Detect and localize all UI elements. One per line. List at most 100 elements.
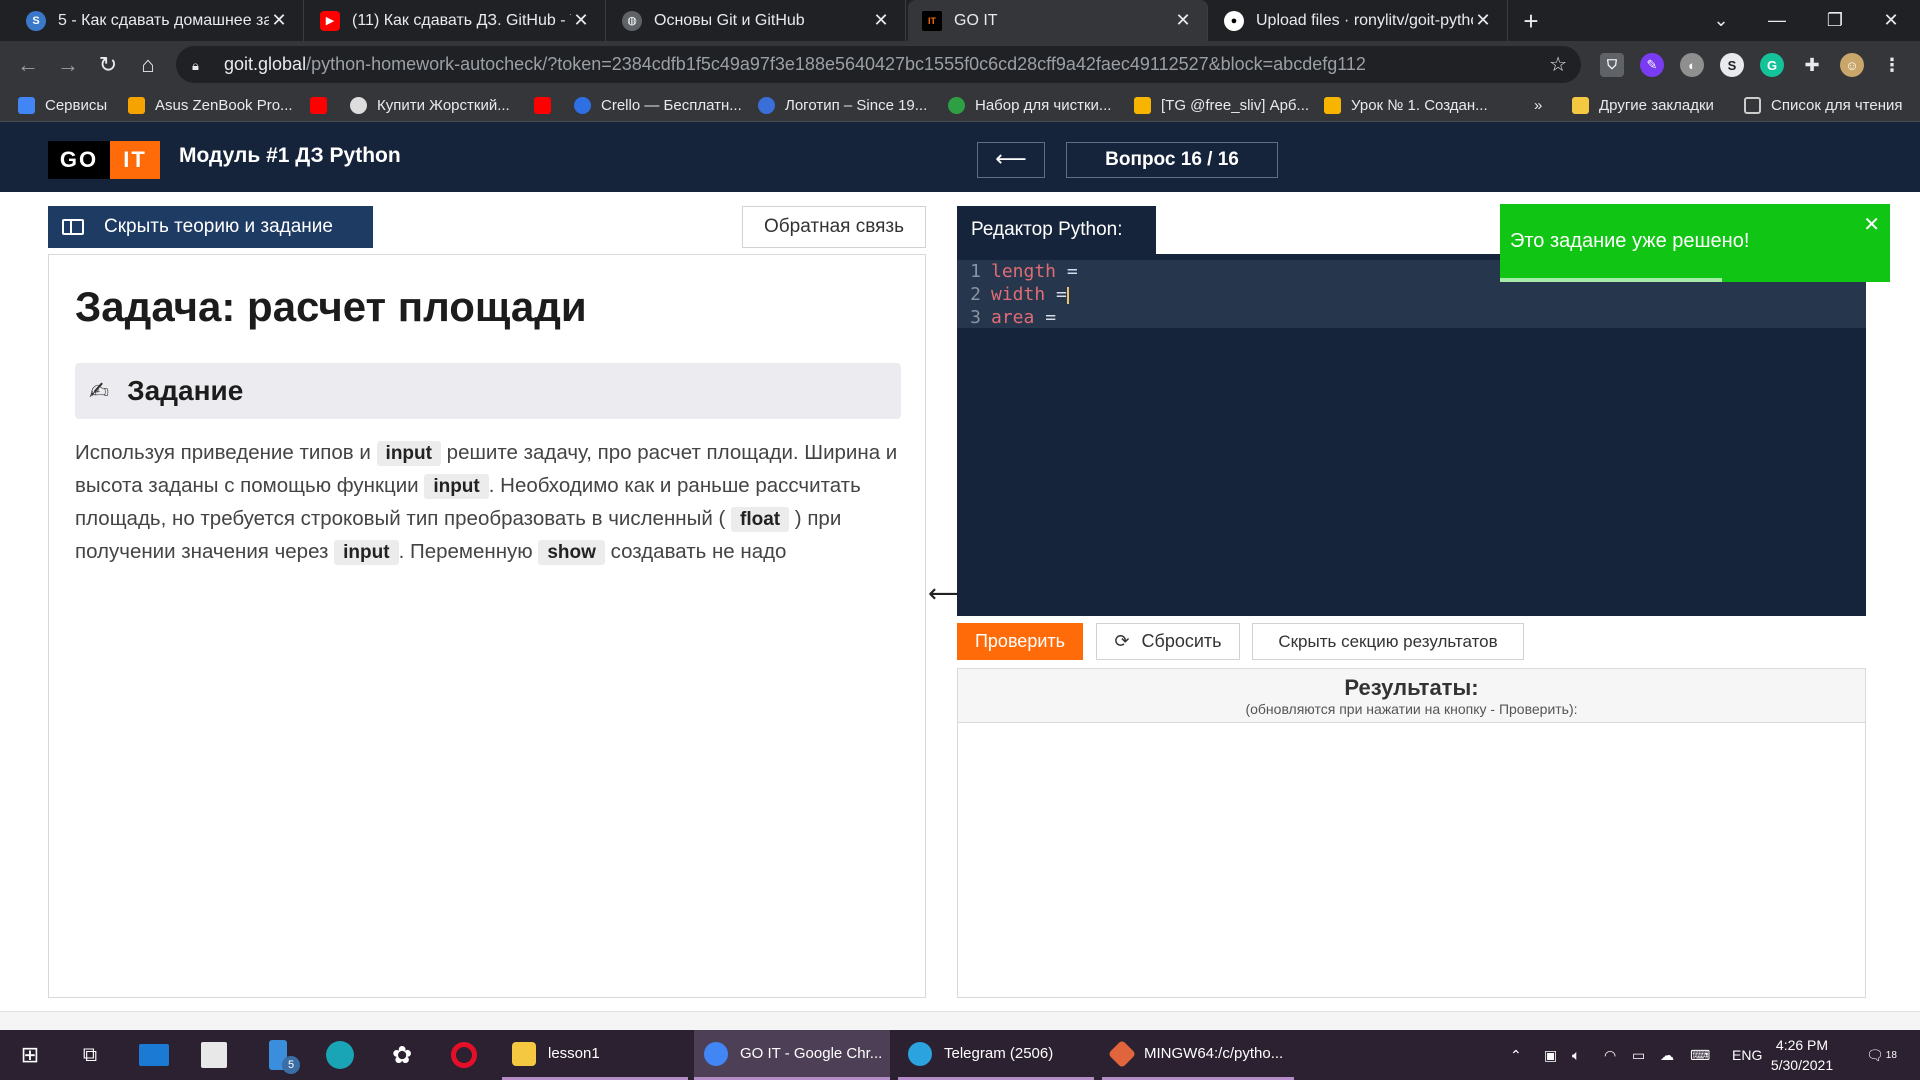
panel-resize-handle-icon[interactable]: ⟷ bbox=[928, 578, 965, 609]
opera-icon[interactable] bbox=[440, 1030, 488, 1080]
browser-tab-3[interactable]: ◍ Основы Git и GitHub ✕ bbox=[608, 0, 906, 41]
toast-close-icon[interactable]: ✕ bbox=[1863, 212, 1880, 237]
bookmark-youtube-1[interactable] bbox=[310, 88, 337, 122]
minimize-icon[interactable]: — bbox=[1748, 0, 1806, 41]
bookmark-crello[interactable]: Crello — Бесплатн... bbox=[574, 88, 742, 122]
new-tab-button[interactable]: + bbox=[1516, 6, 1546, 37]
close-tab-icon[interactable]: ✕ bbox=[1473, 10, 1493, 31]
window-close-icon[interactable]: ✕ bbox=[1862, 0, 1920, 41]
extension-purple-icon[interactable]: ✎ bbox=[1640, 53, 1664, 77]
tray-device-icon[interactable]: ▣ bbox=[1544, 1030, 1557, 1080]
windows-start-icon[interactable]: ⊞ bbox=[6, 1030, 54, 1080]
tab-search-icon[interactable]: ⌄ bbox=[1692, 0, 1750, 41]
bookmark-star-icon[interactable]: ☆ bbox=[1549, 52, 1567, 77]
code-operator: = bbox=[1034, 307, 1057, 328]
close-tab-icon[interactable]: ✕ bbox=[1173, 10, 1193, 31]
results-header: Результаты: (обновляются при нажатии на … bbox=[958, 669, 1865, 723]
back-icon[interactable]: ← bbox=[12, 49, 44, 81]
globe-icon bbox=[350, 96, 367, 114]
bookmark-label: Логотип – Since 19... bbox=[785, 96, 928, 114]
puzzle-extensions-icon[interactable]: ✚ bbox=[1800, 53, 1824, 77]
app-label: MINGW64:/c/pytho... bbox=[1144, 1045, 1284, 1062]
taskbar-app-lesson1[interactable]: lesson1 bbox=[502, 1030, 688, 1080]
browser-tab-1[interactable]: S 5 - Как сдавать домашнее задан ✕ bbox=[12, 0, 304, 41]
task-section-header: ✍ Задание bbox=[75, 363, 901, 419]
paint-icon[interactable]: ✿ bbox=[378, 1030, 426, 1080]
reset-label: Сбросить bbox=[1141, 631, 1222, 651]
bookmark-youtube-2[interactable] bbox=[534, 88, 561, 122]
close-tab-icon[interactable]: ✕ bbox=[871, 10, 891, 31]
url-path: /python-homework-autocheck/?token=2384cd… bbox=[306, 54, 1366, 74]
forward-icon[interactable]: → bbox=[52, 49, 84, 81]
close-tab-icon[interactable]: ✕ bbox=[269, 10, 289, 31]
bookmark-other[interactable]: Другие закладки bbox=[1572, 88, 1714, 122]
goit-logo[interactable]: GO IT bbox=[48, 141, 160, 179]
wifi-icon[interactable]: ◠ bbox=[1604, 1030, 1616, 1080]
bookmarks-overflow[interactable]: » bbox=[1534, 88, 1542, 122]
horizontal-scroll-area bbox=[0, 1011, 1920, 1030]
youtube-icon bbox=[310, 96, 327, 114]
python-code-editor[interactable]: 1 length = 2 width = 3 area = bbox=[957, 254, 1866, 616]
shield-extension-icon[interactable]: ⛉ bbox=[1600, 53, 1624, 77]
bookmark-logo[interactable]: Логотип – Since 19... bbox=[758, 88, 927, 122]
bookmark-tg[interactable]: [TG @free_sliv] Арб... bbox=[1134, 88, 1309, 122]
text-cursor bbox=[1066, 286, 1069, 304]
clock[interactable]: 4:26 PM 5/30/2021 bbox=[1762, 1035, 1842, 1075]
bookmark-asus[interactable]: Asus ZenBook Pro... bbox=[128, 88, 293, 122]
bookmark-hdd[interactable]: Купити Жорсткий... bbox=[350, 88, 510, 122]
code-line[interactable]: 3 area = bbox=[957, 306, 1866, 329]
hide-theory-button[interactable]: Скрыть теорию и задание bbox=[48, 206, 373, 248]
profile-avatar[interactable]: ☺ bbox=[1840, 53, 1864, 77]
address-bar[interactable]: 🔒︎ goit.global/python-homework-autocheck… bbox=[176, 46, 1581, 83]
feedback-button[interactable]: Обратная связь bbox=[742, 206, 926, 248]
goit-icon: IT bbox=[922, 10, 942, 31]
extension-gray-icon[interactable]: ◐ bbox=[1680, 53, 1704, 77]
restore-icon[interactable]: ❐ bbox=[1806, 0, 1864, 41]
grammarly-icon[interactable]: G bbox=[1760, 53, 1784, 77]
browser-tab-2[interactable]: ▶ (11) Как сдавать ДЗ. GitHub - Yo ✕ bbox=[306, 0, 606, 41]
inline-code: input bbox=[334, 540, 399, 565]
reload-icon[interactable]: ↻ bbox=[92, 49, 124, 81]
task-text-part: создавать не надо bbox=[604, 540, 787, 563]
notifications-icon[interactable]: 🗨︎ 18 bbox=[1866, 1030, 1897, 1080]
bookmark-lesson[interactable]: Урок № 1. Создан... bbox=[1324, 88, 1488, 122]
hide-results-button[interactable]: Скрыть секцию результатов bbox=[1252, 623, 1524, 660]
taskbar-app-chrome[interactable]: GO IT - Google Chr... bbox=[694, 1030, 890, 1080]
browser-tab-5[interactable]: ● Upload files · ronylitv/goit-pytho ✕ bbox=[1210, 0, 1508, 41]
check-button[interactable]: Проверить bbox=[957, 623, 1083, 660]
mail-icon[interactable] bbox=[130, 1030, 178, 1080]
store-icon[interactable] bbox=[190, 1030, 238, 1080]
bookmark-cleaning[interactable]: Набор для чистки... bbox=[948, 88, 1111, 122]
edge-icon[interactable] bbox=[316, 1030, 364, 1080]
taskbar-app-git-bash[interactable]: MINGW64:/c/pytho... bbox=[1102, 1030, 1294, 1080]
language-indicator[interactable]: ENG bbox=[1732, 1030, 1762, 1080]
cloud-icon bbox=[1134, 96, 1151, 114]
book-icon bbox=[62, 219, 84, 235]
battery-icon[interactable]: ▭ bbox=[1632, 1030, 1645, 1080]
tray-chevron-icon[interactable]: ⌃ bbox=[1510, 1030, 1522, 1080]
lock-icon[interactable]: 🔒︎ bbox=[192, 58, 206, 73]
reset-button[interactable]: ⟳ Сбросить bbox=[1096, 623, 1240, 660]
page-scrollbar[interactable] bbox=[1902, 192, 1920, 1011]
onedrive-icon[interactable]: ☁ bbox=[1660, 1030, 1674, 1080]
taskbar-app-telegram[interactable]: Telegram (2506) bbox=[898, 1030, 1094, 1080]
task-title: Задача: расчет площади bbox=[75, 283, 587, 330]
keyboard-icon[interactable]: ⌨ bbox=[1690, 1030, 1710, 1080]
menu-kebab-icon[interactable]: ⋮ bbox=[1880, 53, 1904, 77]
reading-list[interactable]: Список для чтения bbox=[1744, 88, 1903, 122]
code-operator: = bbox=[1045, 284, 1067, 305]
volume-icon[interactable]: 🔈︎ bbox=[1572, 1030, 1580, 1080]
badge-count: 5 bbox=[282, 1056, 300, 1074]
home-icon[interactable]: ⌂ bbox=[132, 49, 164, 81]
browser-tab-4-active[interactable]: IT GO IT ✕ bbox=[908, 0, 1208, 41]
phone-app-icon[interactable]: 5 bbox=[254, 1030, 302, 1080]
close-tab-icon[interactable]: ✕ bbox=[571, 10, 591, 31]
previous-question-button[interactable]: ⟵ bbox=[977, 142, 1045, 178]
tab-title: (11) Как сдавать ДЗ. GitHub - Yo bbox=[352, 11, 571, 29]
task-view-icon[interactable]: ⧉ bbox=[66, 1030, 114, 1080]
asus-icon bbox=[128, 96, 145, 114]
bookmark-services[interactable]: Сервисы bbox=[18, 88, 107, 122]
extension-s-icon[interactable]: S bbox=[1720, 53, 1744, 77]
refresh-icon: ⟳ bbox=[1114, 631, 1130, 651]
code-line[interactable]: 2 width = bbox=[957, 283, 1866, 306]
